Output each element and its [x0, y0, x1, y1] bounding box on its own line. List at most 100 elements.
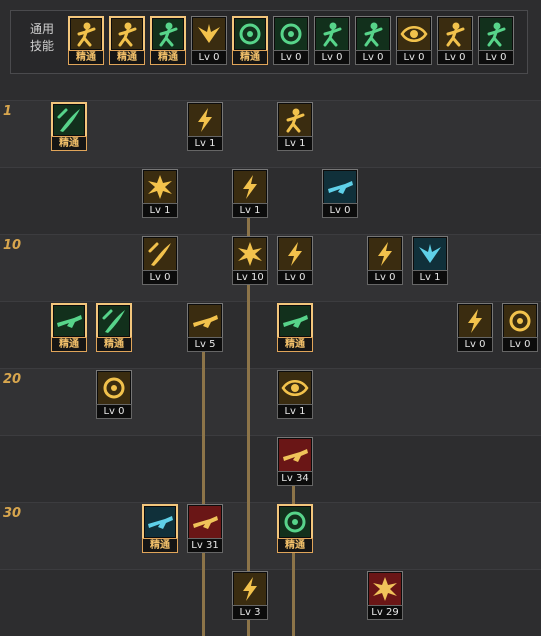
slide-skill[interactable]: Lv 5: [187, 303, 223, 353]
level-badge: Lv 0: [457, 337, 493, 352]
wings-icon[interactable]: [191, 16, 227, 52]
blast-skill[interactable]: Lv 10: [232, 236, 268, 286]
level-badge: Lv 0: [96, 404, 132, 419]
burst-shot-icon[interactable]: [232, 169, 268, 205]
uppercut-icon[interactable]: [187, 102, 223, 138]
blast-icon[interactable]: [232, 236, 268, 272]
grenade-launch-skill[interactable]: 精通: [277, 303, 313, 353]
level-badge: Lv 0: [273, 50, 309, 65]
plasma-gun-icon[interactable]: [142, 504, 178, 540]
rifle-icon[interactable]: [51, 303, 87, 339]
common-skills-label: 通用 技能: [22, 21, 62, 55]
claw-icon[interactable]: [412, 236, 448, 272]
level-badge: Lv 1: [277, 136, 313, 151]
drone-skill[interactable]: Lv 0: [322, 169, 358, 219]
drone-icon[interactable]: [322, 169, 358, 205]
tornado-skill[interactable]: Lv 29: [367, 571, 403, 621]
explosion-icon[interactable]: [142, 169, 178, 205]
beam-skill[interactable]: Lv 0: [277, 236, 313, 286]
rifle-skill[interactable]: 精通: [51, 303, 87, 353]
plasma-gun-skill[interactable]: 精通: [142, 504, 178, 554]
cast-skill[interactable]: Lv 0: [314, 16, 350, 66]
slash-icon[interactable]: [142, 236, 178, 272]
level-badge: Lv 29: [367, 605, 403, 620]
tornado-icon[interactable]: [367, 571, 403, 607]
spin-skill[interactable]: Lv 0: [96, 370, 132, 420]
hammer-skill[interactable]: Lv 0: [457, 303, 493, 353]
fall-skill[interactable]: 精通: [109, 16, 145, 66]
grenade-icon[interactable]: [502, 303, 538, 339]
level-badge: Lv 3: [232, 605, 268, 620]
tier-band: [0, 368, 541, 435]
throw-icon[interactable]: [277, 102, 313, 138]
grenade-skill[interactable]: Lv 0: [502, 303, 538, 353]
throw-skill[interactable]: Lv 1: [277, 102, 313, 152]
missile-skill[interactable]: Lv 31: [187, 504, 223, 554]
slide-icon[interactable]: [187, 303, 223, 339]
level-badge: Lv 10: [232, 270, 268, 285]
blade-icon[interactable]: [96, 303, 132, 339]
flexing-figure-icon[interactable]: [437, 16, 473, 52]
mastery-badge: 精通: [68, 50, 104, 65]
mastery-badge: 精通: [109, 50, 145, 65]
kick-icon[interactable]: [51, 102, 87, 138]
divider: [0, 502, 541, 503]
stance-skill[interactable]: Lv 0: [478, 16, 514, 66]
level-badge: Lv 0: [191, 50, 227, 65]
level-badge: Lv 1: [277, 404, 313, 419]
gear-figure-icon[interactable]: [355, 16, 391, 52]
level-marker-1: 1: [3, 104, 13, 119]
missile-icon[interactable]: [187, 504, 223, 540]
divider: [0, 368, 541, 369]
running-figure-icon[interactable]: [150, 16, 186, 52]
satellite-skill[interactable]: 精通: [277, 504, 313, 554]
standing-figure-icon[interactable]: [478, 16, 514, 52]
slash-skill[interactable]: Lv 0: [142, 236, 178, 286]
uppercut-skill[interactable]: Lv 1: [187, 102, 223, 152]
cannon-skill[interactable]: Lv 34: [277, 437, 313, 487]
kick-skill[interactable]: 精通: [51, 102, 87, 152]
casting-figure-icon[interactable]: [314, 16, 350, 52]
blade-skill[interactable]: 精通: [96, 303, 132, 353]
lift-skill[interactable]: Lv 0: [367, 236, 403, 286]
burst-shot-skill[interactable]: Lv 1: [232, 169, 268, 219]
beam-icon[interactable]: [277, 236, 313, 272]
level-badge: Lv 1: [412, 270, 448, 285]
spin-icon[interactable]: [96, 370, 132, 406]
prerequisite-line: [202, 350, 205, 636]
sit-skill[interactable]: 精通: [68, 16, 104, 66]
mastery-badge: 精通: [232, 50, 268, 65]
grenade-launch-icon[interactable]: [277, 303, 313, 339]
lift-icon[interactable]: [367, 236, 403, 272]
barrage-icon[interactable]: [232, 571, 268, 607]
dash-skill[interactable]: 精通: [150, 16, 186, 66]
tumbling-figure-icon[interactable]: [109, 16, 145, 52]
target-skill[interactable]: 精通: [232, 16, 268, 66]
satellite-icon[interactable]: [277, 504, 313, 540]
radar-icon[interactable]: [273, 16, 309, 52]
tier-band: [0, 569, 541, 636]
barrage-skill[interactable]: Lv 3: [232, 571, 268, 621]
level-badge: Lv 0: [502, 337, 538, 352]
level-marker-10: 10: [3, 238, 22, 253]
divider: [0, 167, 541, 168]
mastery-badge: 精通: [96, 337, 132, 352]
flex-skill[interactable]: Lv 0: [437, 16, 473, 66]
vision-skill[interactable]: Lv 1: [277, 370, 313, 420]
eye-icon[interactable]: [396, 16, 432, 52]
sitting-figure-icon[interactable]: [68, 16, 104, 52]
level-badge: Lv 31: [187, 538, 223, 553]
eye-skill[interactable]: Lv 0: [396, 16, 432, 66]
vision-icon[interactable]: [277, 370, 313, 406]
level-badge: Lv 0: [277, 270, 313, 285]
divider: [0, 435, 541, 436]
claw-skill[interactable]: Lv 1: [412, 236, 448, 286]
gear-skill[interactable]: Lv 0: [355, 16, 391, 66]
cannon-icon[interactable]: [277, 437, 313, 473]
wings-skill[interactable]: Lv 0: [191, 16, 227, 66]
crosshair-icon[interactable]: [232, 16, 268, 52]
level-badge: Lv 0: [478, 50, 514, 65]
hammer-icon[interactable]: [457, 303, 493, 339]
explosion-skill[interactable]: Lv 1: [142, 169, 178, 219]
radar-skill[interactable]: Lv 0: [273, 16, 309, 66]
